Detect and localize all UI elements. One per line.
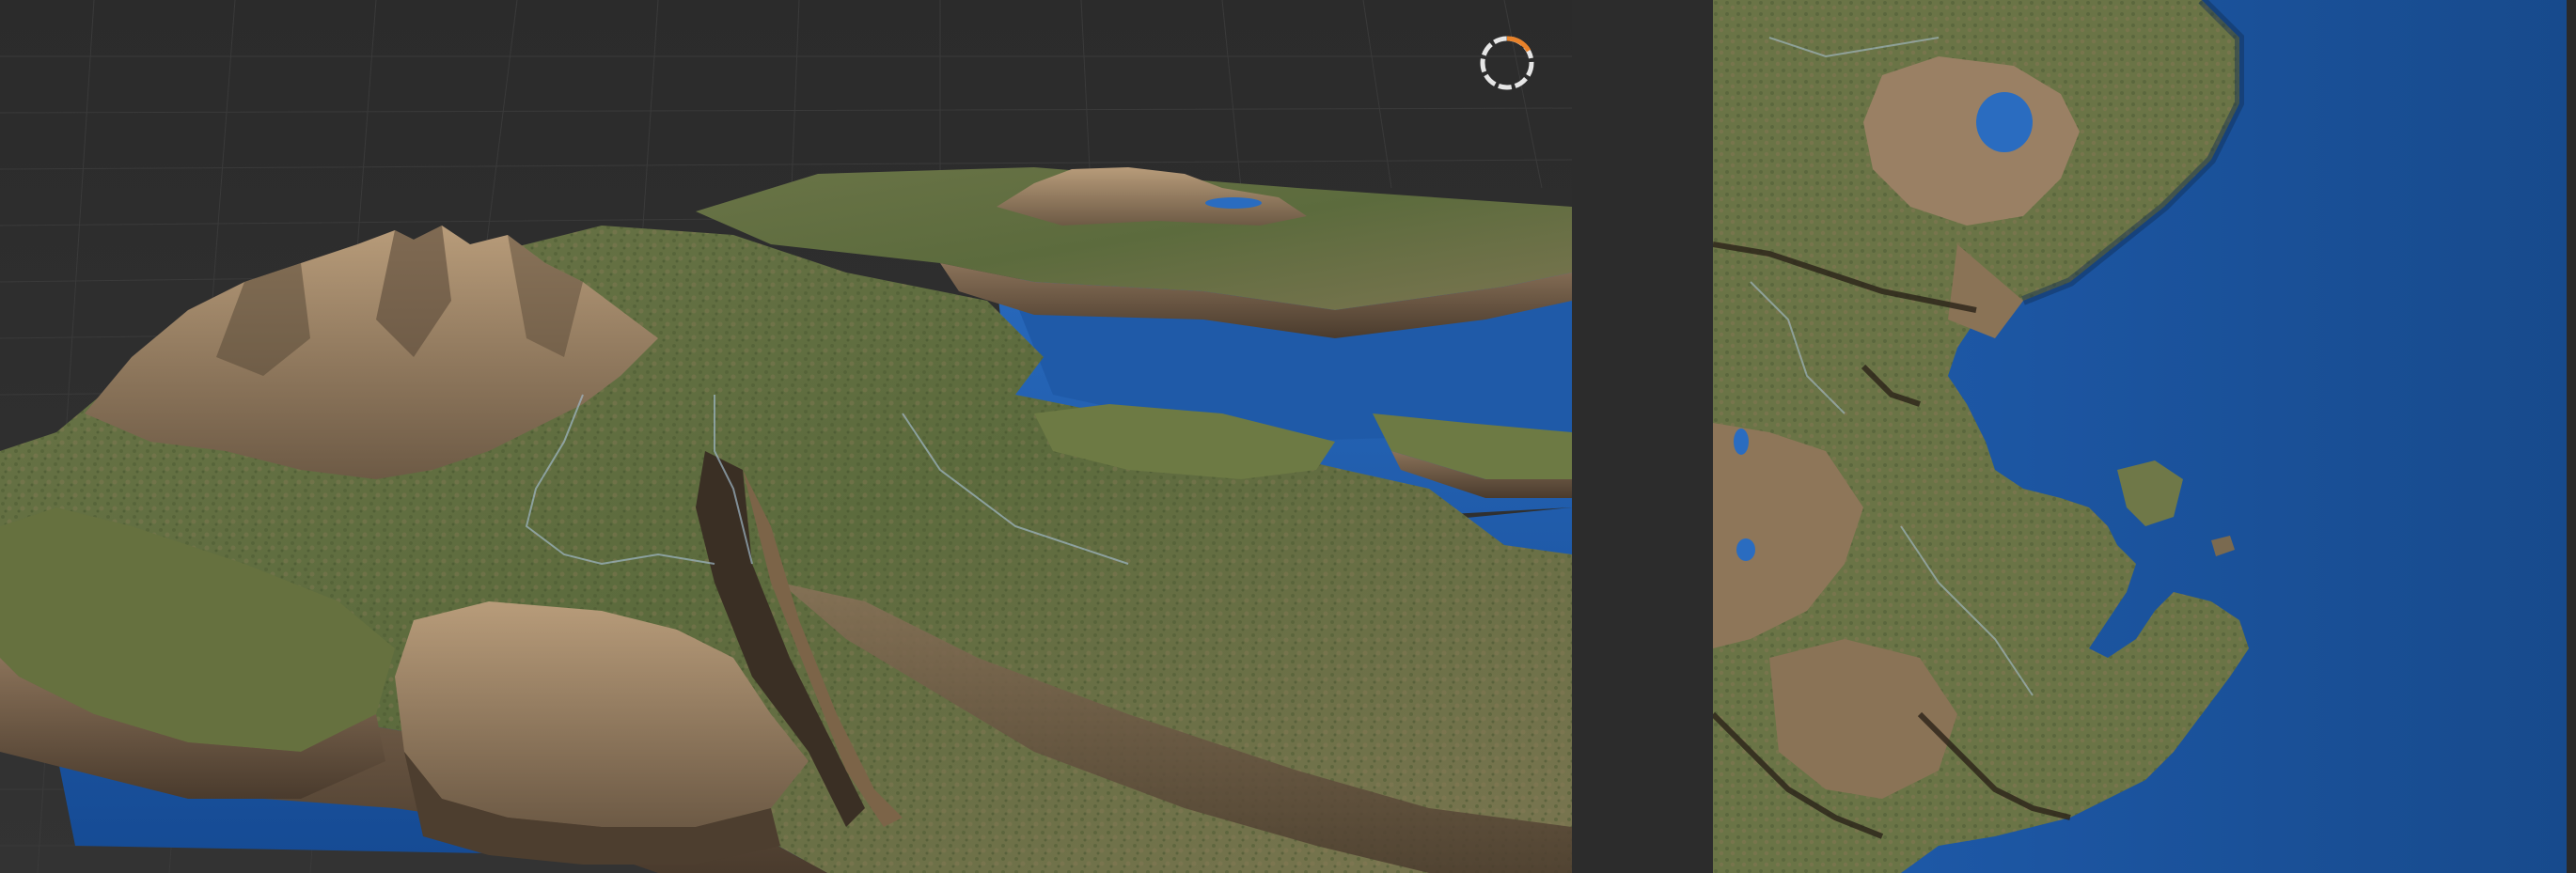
top-down-viewport[interactable]	[1713, 0, 2576, 873]
perspective-viewport[interactable]	[0, 0, 1572, 873]
viewport-divider	[1572, 0, 1713, 873]
loading-indicator-icon	[1480, 36, 1534, 90]
terrain-3d-render	[0, 0, 1572, 873]
viewport-edge	[2567, 0, 2576, 873]
crater-lake	[1976, 92, 2033, 152]
terrain-2d-render	[1713, 0, 2576, 873]
